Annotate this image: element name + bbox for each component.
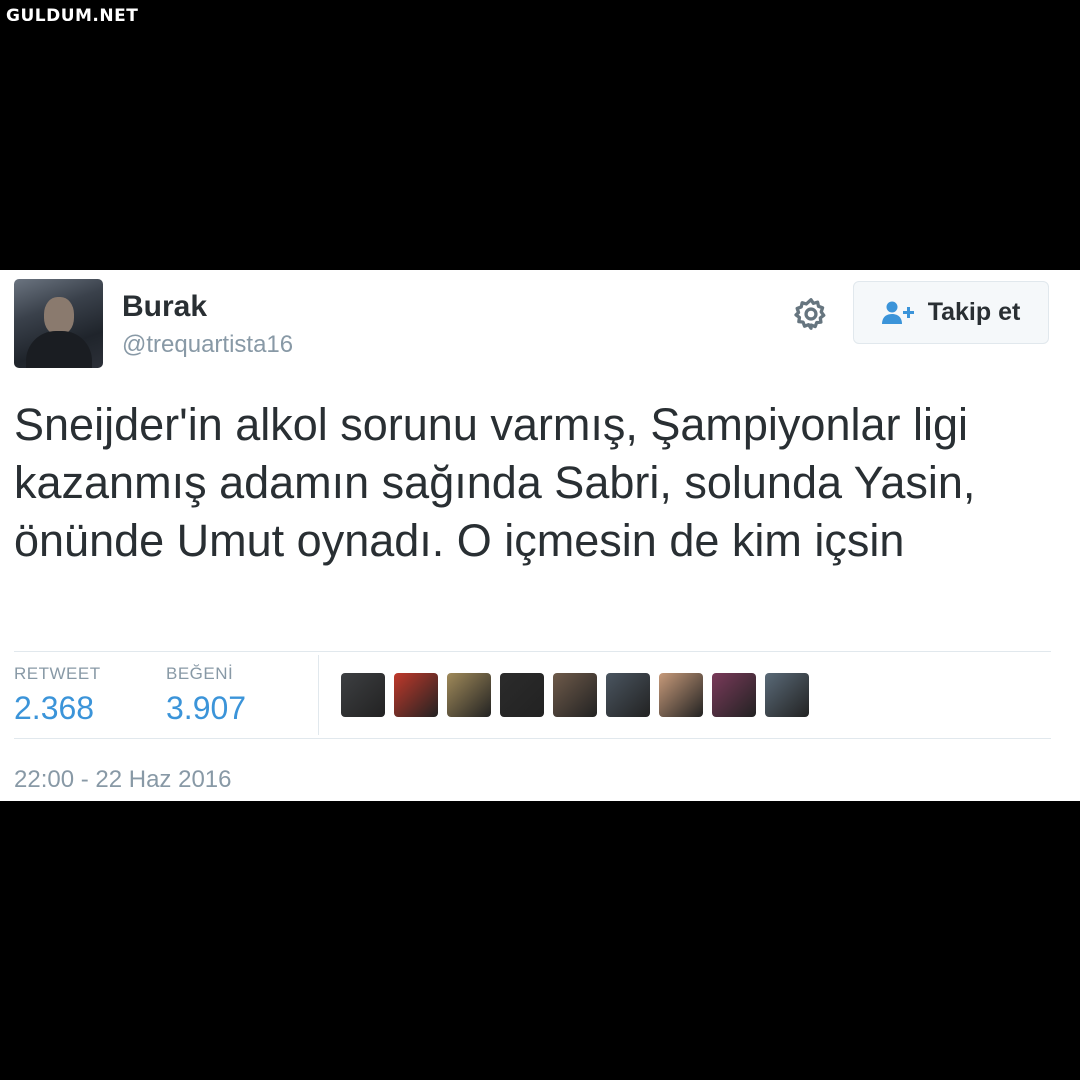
follow-button[interactable]: Takip et xyxy=(853,281,1049,344)
author-name[interactable]: Burak xyxy=(122,290,207,324)
liker-avatar[interactable] xyxy=(500,673,544,717)
liker-avatar[interactable] xyxy=(712,673,756,717)
avatar[interactable] xyxy=(14,279,103,368)
liker-avatar[interactable] xyxy=(659,673,703,717)
add-user-icon xyxy=(881,301,914,324)
like-count[interactable]: 3.907 xyxy=(166,690,246,727)
liker-avatar[interactable] xyxy=(341,673,385,717)
liker-avatar[interactable] xyxy=(553,673,597,717)
liker-avatars xyxy=(341,673,809,717)
avatar-face xyxy=(44,297,74,335)
tweet-text: Sneijder'in alkol sorunu varmış, Şampiyo… xyxy=(14,399,976,566)
retweet-label: RETWEET xyxy=(14,664,101,683)
author-handle[interactable]: @trequartista16 xyxy=(122,331,293,359)
liker-avatar[interactable] xyxy=(765,673,809,717)
follow-label: Takip et xyxy=(927,298,1021,326)
liker-avatar[interactable] xyxy=(447,673,491,717)
gear-icon[interactable] xyxy=(793,296,829,332)
timestamp[interactable]: 22:00 - 22 Haz 2016 xyxy=(14,766,232,794)
divider xyxy=(14,651,1051,652)
avatar-body xyxy=(26,331,92,368)
liker-avatar[interactable] xyxy=(606,673,650,717)
watermark: GULDUM.NET xyxy=(6,6,139,26)
like-label: BEĞENİ xyxy=(166,664,234,683)
stats-divider xyxy=(318,655,319,735)
retweet-count[interactable]: 2.368 xyxy=(14,690,94,727)
divider xyxy=(14,738,1051,739)
liker-avatar[interactable] xyxy=(394,673,438,717)
